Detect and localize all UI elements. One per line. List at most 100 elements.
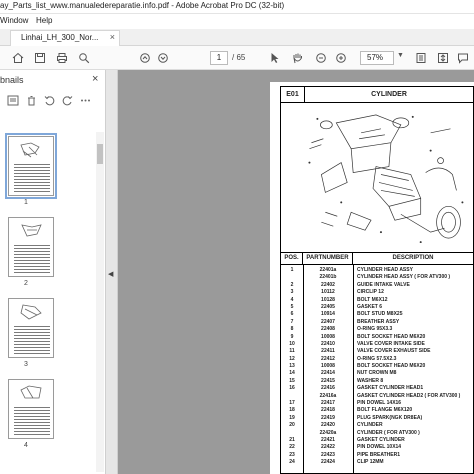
rotate-right-icon[interactable] xyxy=(60,95,74,107)
delete-page-icon[interactable] xyxy=(24,95,38,107)
thumbnail-page-4[interactable] xyxy=(8,379,54,439)
search-icon[interactable] xyxy=(76,50,92,66)
thumbnails-scrollbar[interactable] xyxy=(96,132,104,472)
part-number: 22421 xyxy=(321,436,335,443)
save-icon[interactable] xyxy=(32,50,48,66)
table-row: 22420a CYLINDER ( FOR ATV300 ) xyxy=(281,430,473,437)
scrollbar-thumb[interactable] xyxy=(97,144,103,164)
close-icon[interactable]: × xyxy=(110,32,115,42)
thumbnail-tools xyxy=(0,92,106,110)
document-tab[interactable]: Linhai_LH_300_Nor... × xyxy=(10,30,120,46)
close-pane-icon[interactable]: × xyxy=(92,73,98,85)
parts-table: E01 CYLINDER POS. PARTNUMBER DESCRIPTION… xyxy=(280,86,474,474)
scroll-mode-icon[interactable] xyxy=(436,50,450,66)
page-down-icon[interactable] xyxy=(156,50,170,66)
part-description: CLIP 12MM xyxy=(357,459,384,466)
table-row: 12 22412 O-RING 57.5X2.3 xyxy=(281,356,473,363)
zoom-out-icon[interactable] xyxy=(314,50,328,66)
thumbnail-number: 3 xyxy=(24,361,28,368)
part-description: GASKET CYLINDER HEAD1 xyxy=(357,385,424,392)
part-description: GASKET 6 xyxy=(357,303,383,310)
table-row: 13 10008 BOLT SOCKET HEAD M6X20 xyxy=(281,363,473,370)
fit-page-icon[interactable] xyxy=(414,50,428,66)
table-row: 22416a GASKET CYLINDER HEAD2 ( FOR ATV300… xyxy=(281,393,473,400)
part-description: BREATHER ASSY xyxy=(357,318,400,325)
table-row: 24 22424 CLIP 12MM xyxy=(281,459,473,466)
part-number: 22416a xyxy=(319,392,337,399)
thumbnail-page-3[interactable] xyxy=(8,298,54,358)
part-description: PLUG SPARK(NGK DR8EA) xyxy=(357,414,423,421)
pdf-page: E01 CYLINDER POS. PARTNUMBER DESCRIPTION… xyxy=(270,82,474,474)
thumbnail-options-icon[interactable] xyxy=(6,95,20,107)
part-description: BOLT M6X12 xyxy=(357,296,388,303)
page-number-input[interactable]: 1 xyxy=(210,51,228,65)
part-number: 22420 xyxy=(321,422,335,429)
window-title: ay_Parts_list_www.manualedereparatie.inf… xyxy=(0,1,285,10)
part-number: 22411 xyxy=(321,348,335,355)
section-title: CYLINDER xyxy=(371,91,407,98)
part-position: 2 xyxy=(290,281,294,288)
page-up-icon[interactable] xyxy=(138,50,152,66)
part-position: 4 xyxy=(290,296,294,303)
document-tab-label: Linhai_LH_300_Nor... xyxy=(21,33,99,42)
part-number: 22402 xyxy=(321,281,335,288)
part-description: PIN DOWEL 10X14 xyxy=(357,444,402,451)
table-row: 19 22419 PLUG SPARK(NGK DR8EA) xyxy=(281,415,473,422)
table-row: 4 10128 BOLT M6X12 xyxy=(281,297,473,304)
thumbnail-figure xyxy=(20,142,40,158)
thumbnail-page-1[interactable] xyxy=(5,133,57,199)
part-position: 14 xyxy=(289,370,295,377)
thumbnail-page-2[interactable] xyxy=(8,217,54,277)
hand-tool-icon[interactable] xyxy=(290,50,304,66)
table-row: 16 22416 GASKET CYLINDER HEAD1 xyxy=(281,385,473,392)
part-number: 22416 xyxy=(321,385,335,392)
rotate-left-icon[interactable] xyxy=(42,95,56,107)
part-description: VALVE COVER INTAKE SIDE xyxy=(357,340,425,347)
part-description: BOLT SOCKET HEAD M6X20 xyxy=(357,333,426,340)
select-cursor-icon[interactable] xyxy=(268,50,282,66)
part-description: BOLT FLANGE M6X120 xyxy=(357,407,413,414)
home-icon[interactable] xyxy=(10,50,26,66)
menu-window[interactable]: Window xyxy=(0,16,28,25)
part-number: 22420a xyxy=(319,429,337,436)
part-description: O-RING 57.5X2.3 xyxy=(357,355,397,362)
part-number: 22401b xyxy=(319,274,337,281)
table-row: 8 22408 O-RING 95X3.3 xyxy=(281,326,473,333)
document-viewport[interactable]: E01 CYLINDER POS. PARTNUMBER DESCRIPTION… xyxy=(118,70,474,474)
part-description: GASKET CYLINDER xyxy=(357,436,405,443)
part-position: 23 xyxy=(289,451,295,458)
print-icon[interactable] xyxy=(54,50,70,66)
part-position: 11 xyxy=(289,348,295,355)
part-number: 22422 xyxy=(321,444,335,451)
thumbnails-pane: bnails × 1 2 3 4 xyxy=(0,70,106,474)
zoom-in-icon[interactable] xyxy=(334,50,348,66)
column-headers: POS. PARTNUMBER DESCRIPTION xyxy=(281,253,473,265)
part-number: 22417 xyxy=(321,400,335,407)
table-row: 3 10112 CIRCLIP 12 xyxy=(281,289,473,296)
more-options-icon[interactable] xyxy=(78,95,92,107)
comment-icon[interactable] xyxy=(456,50,470,66)
part-description: PIPE BREATHER1 xyxy=(357,451,400,458)
table-row: 10 22410 VALVE COVER INTAKE SIDE xyxy=(281,341,473,348)
zoom-level-select[interactable]: 57% xyxy=(360,51,394,65)
part-position: 16 xyxy=(289,385,295,392)
menu-help[interactable]: Help xyxy=(36,16,52,25)
column-pos: POS. xyxy=(281,253,303,264)
table-row: 14 22414 NUT CROWN M8 xyxy=(281,370,473,377)
table-row: 6 10914 BOLT STUD M8X25 xyxy=(281,311,473,318)
part-description: BOLT STUD M8X25 xyxy=(357,311,403,318)
part-number: 22405 xyxy=(321,303,335,310)
chevron-down-icon[interactable]: ▼ xyxy=(397,52,404,59)
thumbnail-figure xyxy=(20,385,42,399)
collapse-pane-icon[interactable]: ◀ xyxy=(108,270,113,278)
part-number: 22412 xyxy=(321,355,335,362)
part-description: CIRCLIP 12 xyxy=(357,289,384,296)
pane-splitter[interactable]: ◀ xyxy=(106,70,118,474)
part-position: 18 xyxy=(289,407,295,414)
table-row: 20 22420 CYLINDER xyxy=(281,422,473,429)
table-row: 21 22421 GASKET CYLINDER xyxy=(281,437,473,444)
toolbar: 1 / 65 57% ▼ xyxy=(0,46,474,70)
part-number: 10008 xyxy=(321,333,335,340)
part-position: 15 xyxy=(289,377,295,384)
part-position: 1 xyxy=(290,267,294,273)
